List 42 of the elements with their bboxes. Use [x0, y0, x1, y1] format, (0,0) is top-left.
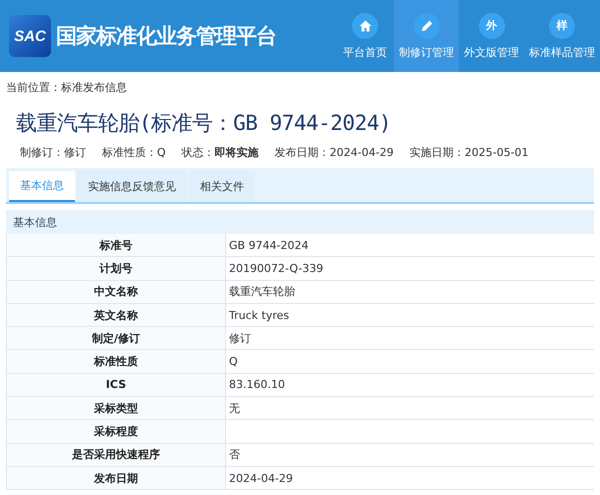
nav-glyph-icon: 外: [478, 12, 504, 38]
nav-glyph-icon: 样: [549, 12, 575, 38]
field-value: 载重汽车轮胎: [228, 284, 296, 300]
field-label: 英文名称: [6, 304, 226, 326]
section-header: 基本信息: [6, 210, 594, 234]
nav-item[interactable]: 制修订管理: [394, 0, 459, 72]
field-label: 采标程度: [6, 420, 226, 443]
field-label: 中文名称: [6, 280, 226, 303]
meta-info: 发布日期：2024-04-29: [274, 145, 394, 160]
tab[interactable]: 相关文件: [189, 171, 255, 202]
field-value: 2024-04-29: [228, 470, 294, 487]
tab[interactable]: 实施信息反馈意见: [77, 171, 187, 202]
breadcrumb: 当前位置：标准发布信息: [5, 80, 128, 95]
field-label: 采标类型: [6, 397, 226, 420]
field-label: ICS: [6, 374, 226, 396]
field-label: 是否采用快速程序: [6, 444, 226, 466]
logo: SAC: [9, 15, 51, 57]
meta-info: 状态：即将实施: [182, 145, 259, 160]
field-label: 制定/修订: [6, 327, 226, 350]
field-value: 83.160.10: [228, 377, 286, 394]
field-value: Truck tyres: [228, 308, 290, 324]
site-title: 国家标准化业务管理平台: [56, 22, 276, 50]
meta-info: 实施日期：2025-05-01: [410, 145, 529, 160]
tab[interactable]: 基本信息: [9, 171, 75, 202]
meta-info: 制修订：修订: [20, 145, 86, 160]
field-value: 20190072-Q-339: [228, 260, 324, 277]
nav-item[interactable]: 外 外文版管理: [459, 0, 524, 72]
page-title: 载重汽车轮胎(标准号：GB 9744-2024): [16, 110, 392, 137]
pencil-icon: [420, 20, 432, 32]
field-label: 标准号: [6, 234, 226, 256]
field-label: 标准性质: [6, 350, 226, 373]
field-value: GB 9744-2024: [228, 238, 310, 254]
field-value: 修订: [228, 330, 252, 347]
meta-info: 标准性质：Q: [102, 145, 166, 160]
field-value: 无: [228, 400, 241, 417]
home-icon: [358, 20, 372, 32]
nav-item[interactable]: 样 标准样品管理: [524, 0, 600, 72]
field-value: Q: [228, 354, 239, 370]
field-value: 否: [228, 447, 241, 464]
field-label: 发布日期: [6, 466, 226, 490]
nav-item[interactable]: 平台首页: [336, 0, 394, 72]
field-label: 计划号: [6, 257, 226, 280]
